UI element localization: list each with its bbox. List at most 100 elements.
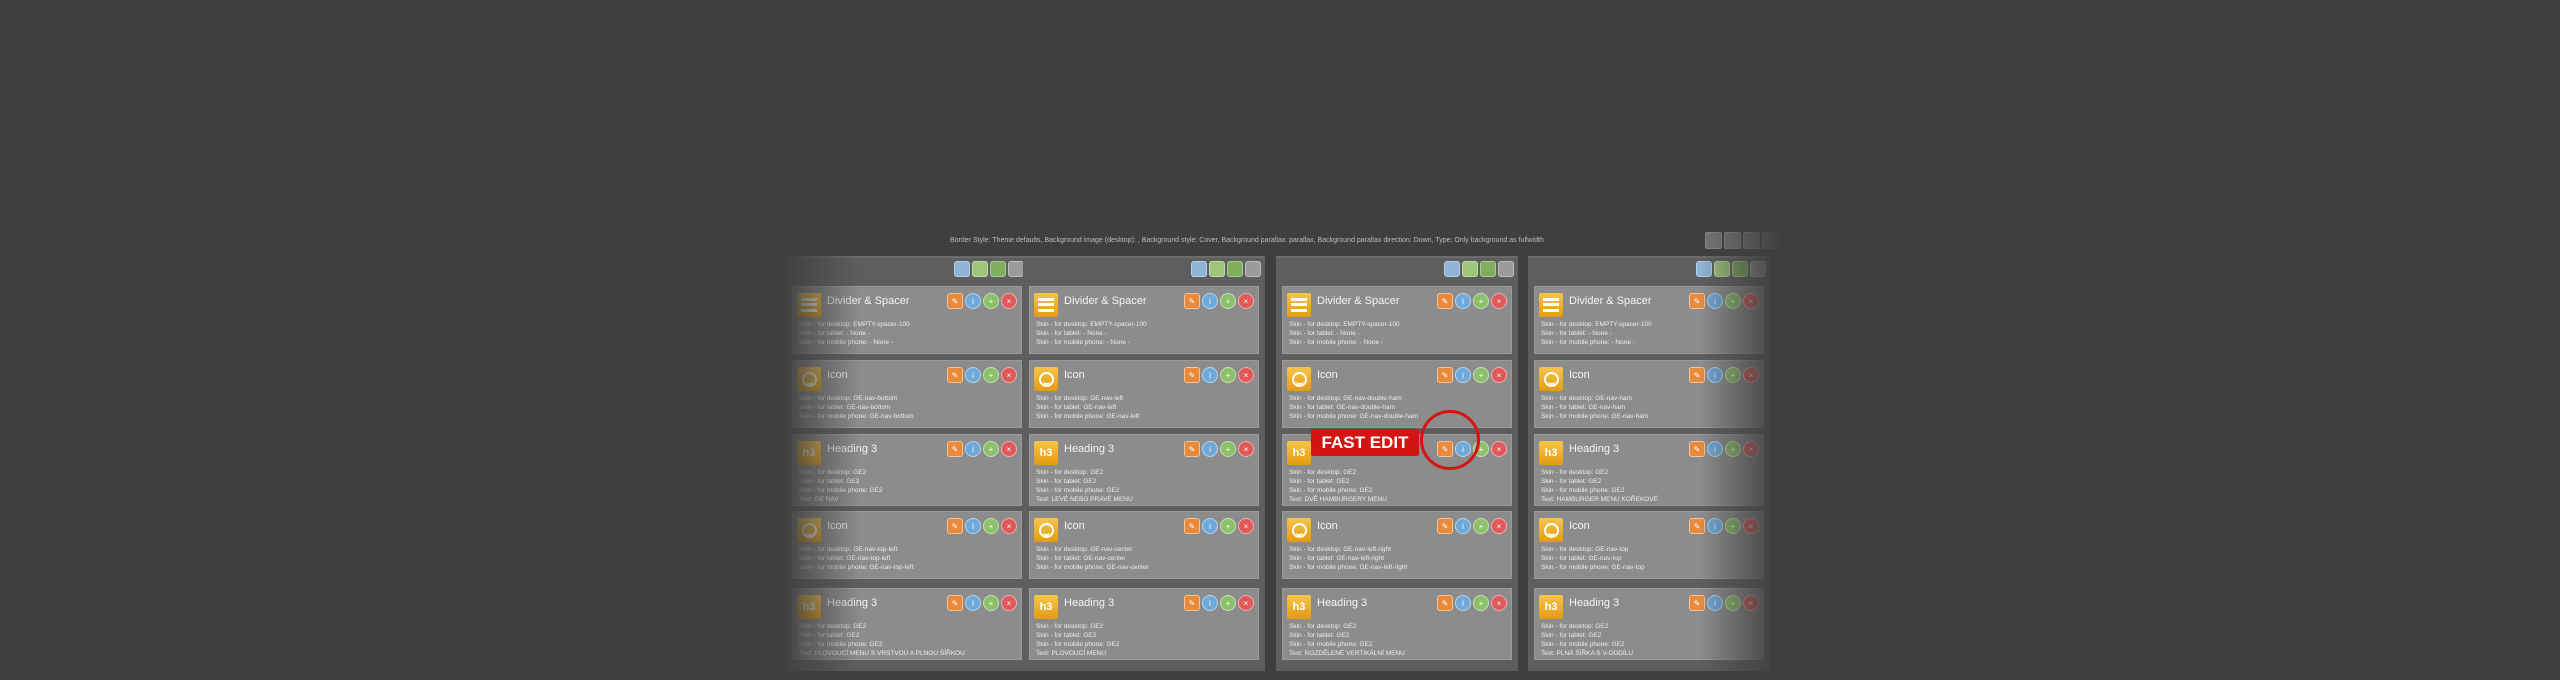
module-duplicate-button[interactable]: + bbox=[1473, 595, 1489, 611]
module-delete-button[interactable]: × bbox=[1743, 293, 1759, 309]
column-more-button[interactable] bbox=[1498, 261, 1514, 277]
module-info-button[interactable]: i bbox=[965, 595, 981, 611]
module-edit-button[interactable]: ✎ bbox=[947, 518, 963, 534]
module-edit-button[interactable]: ✎ bbox=[947, 367, 963, 383]
module-delete-button[interactable]: × bbox=[1001, 293, 1017, 309]
module-info-button[interactable]: i bbox=[965, 441, 981, 457]
module-delete-button[interactable]: × bbox=[1238, 518, 1254, 534]
column-add-button[interactable] bbox=[1462, 261, 1478, 277]
module-card[interactable]: Icon ✎ i + × Skin - for desktop: GE-nav-doubl… bbox=[1282, 360, 1512, 428]
column-add-button[interactable] bbox=[1714, 261, 1730, 277]
module-duplicate-button[interactable]: + bbox=[1725, 441, 1741, 457]
column-info-button[interactable] bbox=[1696, 261, 1712, 277]
column-add-button[interactable] bbox=[1209, 261, 1225, 277]
row-edit-button[interactable] bbox=[1705, 232, 1722, 249]
module-duplicate-button[interactable]: + bbox=[1725, 595, 1741, 611]
module-info-button[interactable]: i bbox=[1707, 293, 1723, 309]
module-card[interactable]: Icon ✎ i + × Skin - for desktop: GE-nav-ham Sk… bbox=[1534, 360, 1764, 428]
module-info-button[interactable]: i bbox=[1707, 367, 1723, 383]
module-card[interactable]: h3Heading 3✎i+×Skin - for desktop: GE2Sk… bbox=[1029, 588, 1259, 660]
column-more-button[interactable] bbox=[1008, 261, 1024, 277]
module-delete-button[interactable]: × bbox=[1001, 441, 1017, 457]
module-info-button[interactable]: i bbox=[1455, 518, 1471, 534]
module-card[interactable]: h3Heading 3✎i+×Skin - for desktop: GE2Sk… bbox=[1282, 588, 1512, 660]
module-card[interactable]: Icon ✎ i + × Skin - for desktop: GE-nav-left-… bbox=[1282, 511, 1512, 579]
module-info-button[interactable]: i bbox=[1202, 595, 1218, 611]
module-duplicate-button[interactable]: + bbox=[983, 518, 999, 534]
module-duplicate-button[interactable]: + bbox=[1725, 367, 1741, 383]
module-delete-button[interactable]: × bbox=[1743, 367, 1759, 383]
module-info-button[interactable]: i bbox=[965, 367, 981, 383]
module-card[interactable]: Divider & Spacer ✎ i + × Skin - for desktop: … bbox=[792, 286, 1022, 354]
module-info-button[interactable]: i bbox=[965, 518, 981, 534]
column-info-button[interactable] bbox=[1444, 261, 1460, 277]
module-delete-button[interactable]: × bbox=[1001, 518, 1017, 534]
module-edit-button[interactable]: ✎ bbox=[1437, 367, 1453, 383]
module-duplicate-button[interactable]: + bbox=[983, 367, 999, 383]
column-duplicate-button[interactable] bbox=[990, 261, 1006, 277]
module-duplicate-button[interactable]: + bbox=[983, 293, 999, 309]
module-delete-button[interactable]: × bbox=[1491, 367, 1507, 383]
module-info-button[interactable]: i bbox=[965, 293, 981, 309]
module-duplicate-button[interactable]: + bbox=[983, 595, 999, 611]
module-edit-button[interactable]: ✎ bbox=[1184, 518, 1200, 534]
module-edit-button[interactable]: ✎ bbox=[1437, 293, 1453, 309]
module-info-button[interactable]: i bbox=[1707, 518, 1723, 534]
column-info-button[interactable] bbox=[954, 261, 970, 277]
module-edit-button[interactable]: ✎ bbox=[947, 441, 963, 457]
module-edit-button[interactable]: ✎ bbox=[1184, 367, 1200, 383]
module-delete-button[interactable]: × bbox=[1001, 595, 1017, 611]
module-card[interactable]: h3Heading 3✎i+×Skin - for desktop: GE2Sk… bbox=[1534, 434, 1764, 506]
module-edit-button[interactable]: ✎ bbox=[1689, 441, 1705, 457]
module-duplicate-button[interactable]: + bbox=[1473, 367, 1489, 383]
module-delete-button[interactable]: × bbox=[1001, 367, 1017, 383]
row-duplicate-button[interactable] bbox=[1743, 232, 1760, 249]
module-info-button[interactable]: i bbox=[1455, 293, 1471, 309]
module-duplicate-button[interactable]: + bbox=[1725, 293, 1741, 309]
module-edit-button[interactable]: ✎ bbox=[1437, 595, 1453, 611]
column-duplicate-button[interactable] bbox=[1732, 261, 1748, 277]
module-delete-button[interactable]: × bbox=[1238, 367, 1254, 383]
module-duplicate-button[interactable]: + bbox=[1220, 595, 1236, 611]
module-duplicate-button[interactable]: + bbox=[1220, 293, 1236, 309]
module-duplicate-button[interactable]: + bbox=[1473, 518, 1489, 534]
module-delete-button[interactable]: × bbox=[1491, 293, 1507, 309]
module-info-button[interactable]: i bbox=[1202, 367, 1218, 383]
module-duplicate-button[interactable]: + bbox=[1473, 293, 1489, 309]
module-info-button[interactable]: i bbox=[1202, 441, 1218, 457]
module-delete-button[interactable]: × bbox=[1743, 518, 1759, 534]
module-info-button[interactable]: i bbox=[1202, 518, 1218, 534]
column-more-button[interactable] bbox=[1245, 261, 1261, 277]
column-add-button[interactable] bbox=[972, 261, 988, 277]
module-duplicate-button[interactable]: + bbox=[1220, 518, 1236, 534]
module-delete-button[interactable]: × bbox=[1238, 441, 1254, 457]
row-info-button[interactable] bbox=[1724, 232, 1741, 249]
module-delete-button[interactable]: × bbox=[1743, 595, 1759, 611]
module-duplicate-button[interactable]: + bbox=[1220, 441, 1236, 457]
module-card[interactable]: Divider & Spacer ✎ i + × Skin - for desktop: … bbox=[1534, 286, 1764, 354]
module-duplicate-button[interactable]: + bbox=[1725, 518, 1741, 534]
module-edit-button[interactable]: ✎ bbox=[1184, 293, 1200, 309]
module-edit-button[interactable]: ✎ bbox=[947, 293, 963, 309]
column-duplicate-button[interactable] bbox=[1480, 261, 1496, 277]
module-duplicate-button[interactable]: + bbox=[983, 441, 999, 457]
module-info-button[interactable]: i bbox=[1455, 595, 1471, 611]
module-delete-button[interactable]: × bbox=[1238, 293, 1254, 309]
module-info-button[interactable]: i bbox=[1707, 595, 1723, 611]
column-info-button[interactable] bbox=[1191, 261, 1207, 277]
module-delete-button[interactable]: × bbox=[1491, 441, 1507, 457]
module-edit-button[interactable]: ✎ bbox=[1689, 518, 1705, 534]
module-card[interactable]: Icon ✎ i + × Skin - for desktop: GE-nav-left S… bbox=[1029, 360, 1259, 428]
module-edit-button[interactable]: ✎ bbox=[1184, 441, 1200, 457]
module-card[interactable]: Icon ✎ i + × Skin - for desktop: GE-nav-top Sk… bbox=[1534, 511, 1764, 579]
module-edit-button[interactable]: ✎ bbox=[1689, 293, 1705, 309]
module-edit-button[interactable]: ✎ bbox=[1184, 595, 1200, 611]
module-info-button[interactable]: i bbox=[1455, 367, 1471, 383]
module-edit-button[interactable]: ✎ bbox=[1437, 518, 1453, 534]
module-card[interactable]: h3Heading 3✎i+×Skin - for desktop: GE2Sk… bbox=[1029, 434, 1259, 506]
module-card[interactable]: h3Heading 3✎i+×Skin - for desktop: GE2Sk… bbox=[1534, 588, 1764, 660]
module-card[interactable]: Divider & Spacer ✎ i + × Skin - for desktop: … bbox=[1029, 286, 1259, 354]
module-duplicate-button[interactable]: + bbox=[1220, 367, 1236, 383]
module-edit-button[interactable]: ✎ bbox=[947, 595, 963, 611]
module-card[interactable]: h3Heading 3✎i+×Skin - for desktop: GE2Sk… bbox=[792, 588, 1022, 660]
